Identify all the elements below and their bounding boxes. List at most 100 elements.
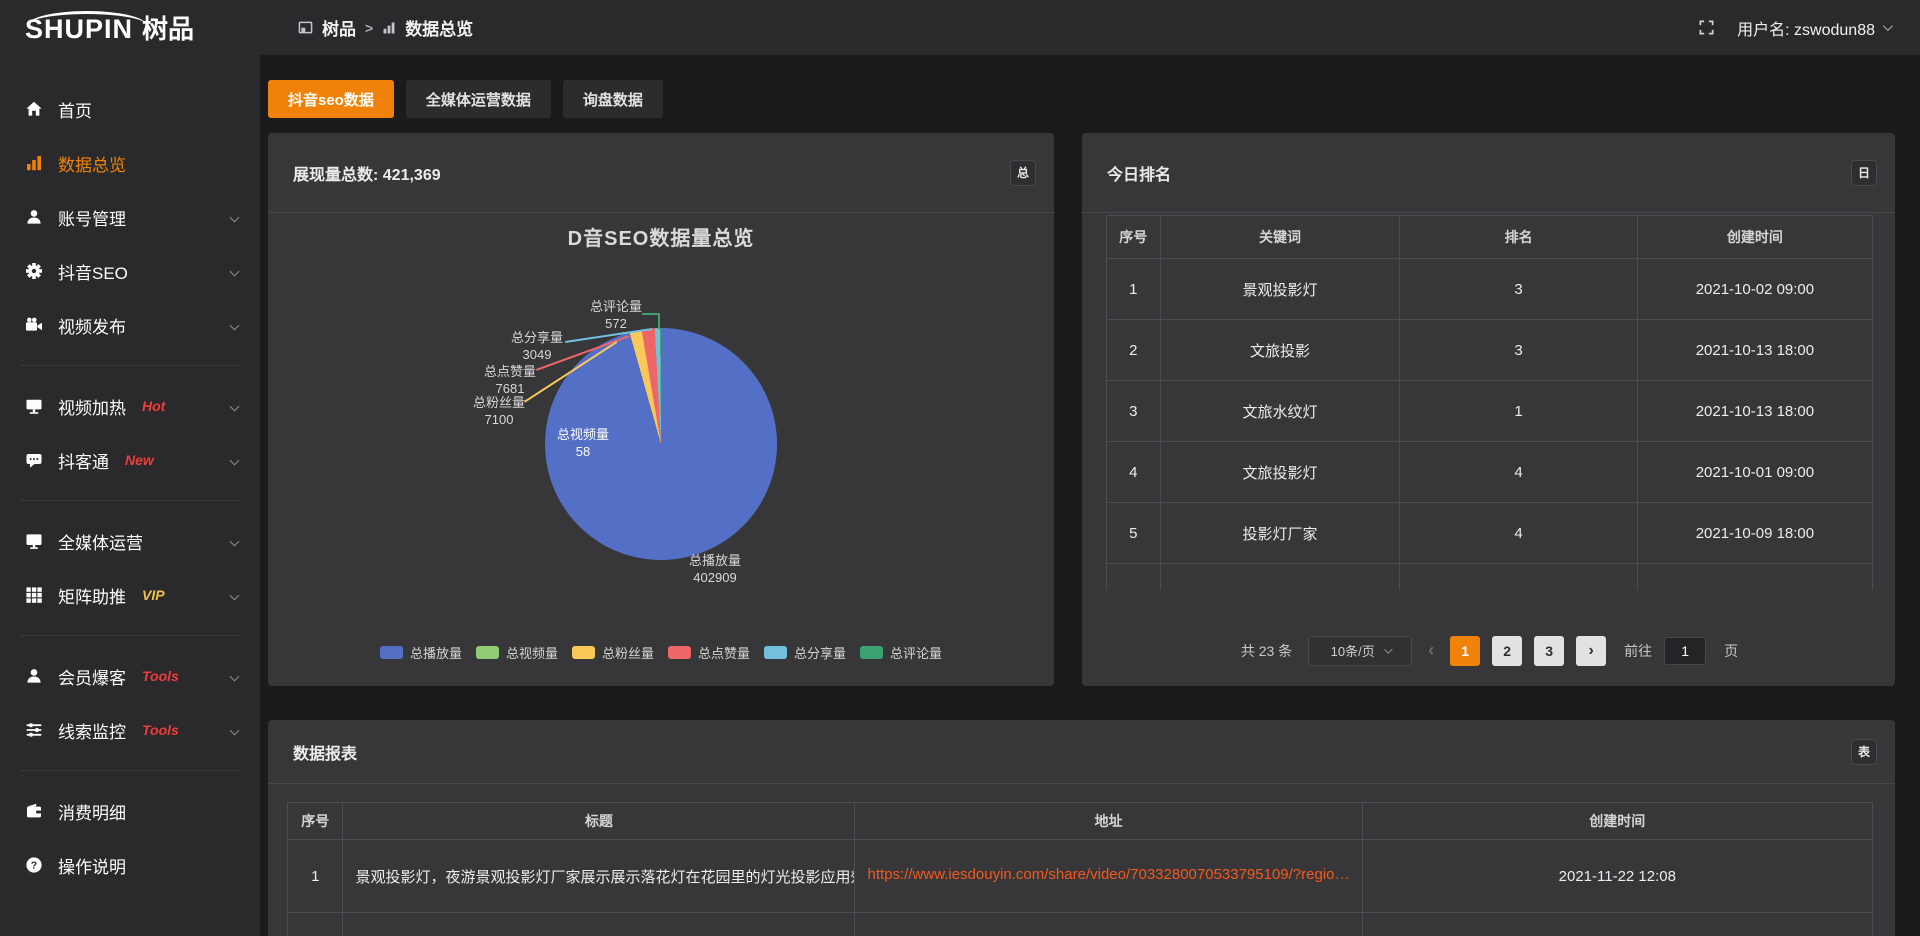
leader-line bbox=[642, 313, 659, 315]
tab-douyin-seo-data[interactable]: 抖音seo数据 bbox=[268, 80, 394, 118]
bar-chart-icon bbox=[25, 154, 43, 172]
breadcrumb-current[interactable]: 数据总览 bbox=[405, 15, 473, 40]
col-header-index: 序号 bbox=[288, 803, 343, 840]
sidebar-item-video-publish[interactable]: 视频发布 bbox=[0, 298, 260, 352]
vip-badge: VIP bbox=[142, 587, 165, 603]
rank-panel-title: 今日排名 bbox=[1107, 161, 1171, 185]
pie-label-plays: 总播放量402909 bbox=[675, 553, 755, 587]
chevron-down-icon bbox=[230, 320, 240, 330]
user-menu[interactable]: 用户名: zswodun88 bbox=[1737, 16, 1890, 40]
bar-chart-icon bbox=[382, 21, 396, 35]
sidebar-item-data-overview[interactable]: 数据总览 bbox=[0, 136, 260, 190]
prev-page-button[interactable]: ‹ bbox=[1424, 640, 1438, 661]
topbar: SHUPIN 树品 树品 > 数据总览 用户名: zswodun88 bbox=[0, 0, 1920, 55]
sidebar-item-label: 账号管理 bbox=[58, 205, 126, 230]
col-header-index: 序号 bbox=[1107, 216, 1161, 259]
col-header-created: 创建时间 bbox=[1637, 216, 1872, 259]
page-size-select[interactable]: 10条/页 bbox=[1308, 636, 1412, 666]
legend-item-likes[interactable]: 总点赞量 bbox=[668, 643, 750, 662]
data-tabs: 抖音seo数据 全媒体运营数据 询盘数据 bbox=[268, 80, 1895, 118]
username-label: 用户名: zswodun88 bbox=[1737, 16, 1875, 40]
col-header-keyword: 关键词 bbox=[1160, 216, 1400, 259]
sidebar-item-lead-monitor[interactable]: 线索监控 Tools bbox=[0, 703, 260, 757]
sidebar-item-media-operation[interactable]: 全媒体运营 bbox=[0, 514, 260, 568]
legend-item-videos[interactable]: 总视频量 bbox=[476, 643, 558, 662]
impressions-total-label: 展现量总数: 421,369 bbox=[293, 161, 441, 185]
tv-icon bbox=[25, 397, 43, 415]
next-page-button[interactable]: › bbox=[1576, 636, 1606, 666]
monitor-icon bbox=[25, 532, 43, 550]
total-badge-button[interactable]: 总 bbox=[1010, 160, 1036, 186]
breadcrumb-separator: > bbox=[365, 20, 373, 36]
sidebar-item-doukertong[interactable]: 抖客通 New bbox=[0, 433, 260, 487]
grid-icon bbox=[25, 586, 43, 604]
video-url-link[interactable]: https://www.iesdouyin.com/share/video/70… bbox=[868, 866, 1350, 883]
breadcrumb-root[interactable]: 树品 bbox=[322, 15, 356, 40]
chevron-down-icon bbox=[230, 212, 240, 222]
sliders-icon bbox=[25, 721, 43, 739]
chevron-down-icon bbox=[230, 455, 240, 465]
leader-line bbox=[658, 313, 660, 329]
gear-icon bbox=[25, 262, 43, 280]
sidebar-item-home[interactable]: 首页 bbox=[0, 82, 260, 136]
sidebar-divider bbox=[20, 500, 240, 501]
member-icon bbox=[25, 667, 43, 685]
sidebar-item-member-burst[interactable]: 会员爆客 Tools bbox=[0, 649, 260, 703]
page-button-3[interactable]: 3 bbox=[1534, 636, 1564, 666]
sidebar-item-label: 全媒体运营 bbox=[58, 529, 143, 554]
sidebar-divider bbox=[20, 770, 240, 771]
video-title-cell: 景观投影灯，夜游景观投影灯厂家展示展示落花灯在花园里的灯光投影应用效果 # bbox=[343, 840, 855, 913]
sidebar: 首页 数据总览 账号管理 抖音SEO 视频发布 视频加热 Hot 抖客通 New… bbox=[0, 55, 260, 936]
table-row-partial bbox=[1107, 564, 1873, 590]
overview-panel-header: 展现量总数: 421,369 总 bbox=[268, 133, 1054, 213]
sidebar-item-help[interactable]: ? 操作说明 bbox=[0, 838, 260, 892]
new-badge: New bbox=[125, 452, 154, 468]
legend-item-shares[interactable]: 总分享量 bbox=[764, 643, 846, 662]
report-panel-title: 数据报表 bbox=[293, 740, 357, 764]
tab-media-operation-data[interactable]: 全媒体运营数据 bbox=[406, 80, 551, 118]
legend-swatch bbox=[668, 646, 691, 659]
page-button-2[interactable]: 2 bbox=[1492, 636, 1522, 666]
page-button-1[interactable]: 1 bbox=[1450, 636, 1480, 666]
table-row: 2 文旅投影 3 2021-10-13 18:00 bbox=[1107, 320, 1873, 381]
col-header-rank: 排名 bbox=[1400, 216, 1637, 259]
sidebar-item-matrix-boost[interactable]: 矩阵助推 VIP bbox=[0, 568, 260, 622]
main-content: 抖音seo数据 全媒体运营数据 询盘数据 展现量总数: 421,369 总 D音… bbox=[260, 55, 1920, 936]
col-header-title: 标题 bbox=[343, 803, 855, 840]
table-row: 1 景观投影灯 3 2021-10-02 09:00 bbox=[1107, 259, 1873, 320]
sidebar-item-label: 会员爆客 bbox=[58, 664, 126, 689]
legend-item-comments[interactable]: 总评论量 bbox=[860, 643, 942, 662]
table-badge-button[interactable]: 表 bbox=[1851, 739, 1877, 765]
logo-text-cn: 树品 bbox=[142, 9, 194, 46]
report-panel: 数据报表 表 序号 标题 地址 创建时间 1 景观投影灯，夜游景观投影灯厂家展示… bbox=[268, 720, 1895, 936]
sidebar-divider bbox=[20, 635, 240, 636]
sidebar-item-label: 数据总览 bbox=[58, 151, 126, 176]
sidebar-item-account[interactable]: 账号管理 bbox=[0, 190, 260, 244]
col-header-created: 创建时间 bbox=[1362, 803, 1872, 840]
tools-badge: Tools bbox=[142, 722, 179, 738]
chart-legend: 总播放量 总视频量 总粉丝量 总点赞量 bbox=[268, 643, 1054, 662]
table-row: 3 文旅水纹灯 1 2021-10-13 18:00 bbox=[1107, 381, 1873, 442]
app-logo: SHUPIN 树品 bbox=[0, 9, 260, 46]
sidebar-item-label: 操作说明 bbox=[58, 853, 126, 878]
sidebar-item-consumption[interactable]: 消费明细 bbox=[0, 784, 260, 838]
sidebar-item-douyin-seo[interactable]: 抖音SEO bbox=[0, 244, 260, 298]
table-header-row: 序号 标题 地址 创建时间 bbox=[288, 803, 1873, 840]
home-icon bbox=[25, 100, 43, 118]
goto-label: 前往 bbox=[1624, 641, 1652, 661]
report-panel-header: 数据报表 表 bbox=[268, 720, 1895, 784]
legend-item-plays[interactable]: 总播放量 bbox=[380, 643, 462, 662]
window-icon bbox=[298, 20, 313, 35]
sidebar-item-label: 消费明细 bbox=[58, 799, 126, 824]
wallet-icon bbox=[25, 802, 43, 820]
fullscreen-icon[interactable] bbox=[1698, 19, 1715, 36]
day-badge-button[interactable]: 日 bbox=[1851, 160, 1877, 186]
legend-swatch bbox=[380, 646, 403, 659]
col-header-url: 地址 bbox=[855, 803, 1362, 840]
goto-page-input[interactable] bbox=[1664, 637, 1706, 665]
pagination-total: 共 23 条 bbox=[1241, 641, 1292, 661]
pagination: 共 23 条 10条/页 ‹ 1 2 3 › 前往 页 bbox=[1106, 636, 1873, 666]
tab-inquiry-data[interactable]: 询盘数据 bbox=[563, 80, 663, 118]
legend-item-fans[interactable]: 总粉丝量 bbox=[572, 643, 654, 662]
sidebar-item-video-heating[interactable]: 视频加热 Hot bbox=[0, 379, 260, 433]
